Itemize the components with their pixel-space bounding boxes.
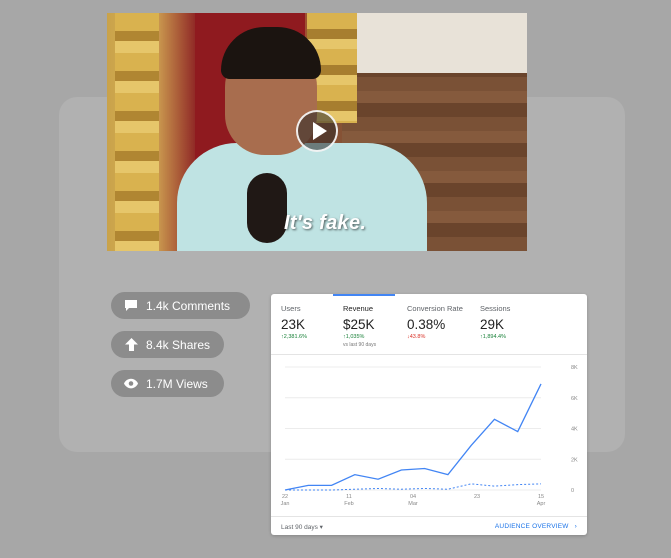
tab-value: 23K [281,317,306,332]
video-frame-hairpiece [247,173,287,243]
tab-label: Users [281,304,301,313]
audience-overview-label: AUDIENCE OVERVIEW [494,523,569,530]
video-player[interactable]: It's fake. [107,13,527,251]
play-button[interactable] [296,110,338,152]
y-tick-label: 0 [571,488,574,494]
tab-label: Revenue [343,304,374,313]
tab-revenue[interactable]: Revenue $25K ↑1,035% vs last 90 days [333,294,395,354]
tab-users[interactable]: Users 23K ↑2,381.6% [271,294,333,354]
comment-icon [124,299,138,313]
comments-pill[interactable]: 1.4k Comments [111,292,250,319]
y-tick-label: 2K [571,457,578,463]
tab-delta: ↑1,035% [343,334,365,340]
series-line-0 [284,383,542,491]
tab-sessions[interactable]: Sessions 29K ↑1,894.4% [470,294,540,354]
x-tick-sublabel: Feb [344,501,353,507]
date-range-dropdown[interactable]: Last 90 days ▾ [281,523,323,531]
x-tick-label: 22 [282,494,288,500]
tab-label: Conversion Rate [407,304,463,313]
audience-overview-link[interactable]: AUDIENCE OVERVIEW › [495,523,577,530]
tab-delta: ↑2,381.6% [281,334,307,340]
metric-tabs: Users 23K ↑2,381.6% Revenue $25K ↑1,035%… [271,294,587,355]
tab-delta: ↓43.8% [407,334,426,340]
x-tick-sublabel: Jan [281,501,290,507]
revenue-line-chart: 0 2K 4K 6K 8K 22Jan 11Feb 04Mar 23 15Apr [281,365,578,507]
y-tick-label: 4K [571,427,578,433]
video-frame-throne-left [115,13,159,251]
tab-label: Sessions [480,304,511,313]
comments-count: 1.4k Comments [146,298,231,313]
tab-value: $25K [343,317,375,332]
eye-icon [124,377,138,391]
shares-pill[interactable]: 8.4k Shares [111,331,224,358]
video-frame-wall [357,13,527,73]
y-tick-label: 8K [571,365,578,371]
card-footer: Last 90 days ▾ AUDIENCE OVERVIEW › [271,516,587,536]
x-tick-sublabel: Apr [537,501,546,507]
views-count: 1.7M Views [146,376,208,391]
video-caption: It's fake. [284,212,367,234]
tab-delta: ↑1,894.4% [480,334,506,340]
shares-count: 8.4k Shares [146,337,211,352]
x-tick-label: 11 [346,494,352,500]
tab-value: 0.38% [407,317,446,332]
x-tick-label: 15 [538,494,544,500]
tab-subtext: vs last 90 days [343,342,377,348]
x-tick-label: 23 [474,494,480,500]
share-arrow-icon [124,338,138,352]
x-tick-sublabel: Mar [408,501,418,507]
x-tick-label: 04 [410,494,416,500]
analytics-card: Users 23K ↑2,381.6% Revenue $25K ↑1,035%… [271,294,587,535]
views-pill[interactable]: 1.7M Views [111,370,224,397]
tab-value: 29K [480,317,505,332]
y-tick-label: 6K [571,396,578,402]
chevron-right-icon: › [574,523,577,530]
tab-conversion-rate[interactable]: Conversion Rate 0.38% ↓43.8% [397,294,469,354]
